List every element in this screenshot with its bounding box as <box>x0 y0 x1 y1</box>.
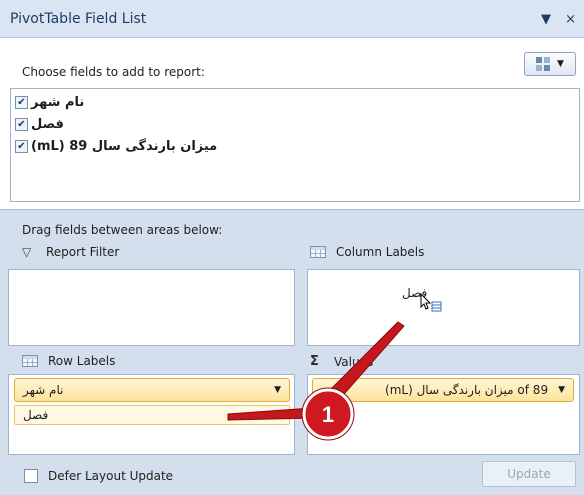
report-filter-header: ▽ Report Filter <box>22 245 119 259</box>
close-button[interactable]: × <box>565 12 576 27</box>
title-bar: PivotTable Field List ▼ × <box>0 0 584 38</box>
value-field-label: of 89 میزان بارندگی سال (mL) <box>385 383 549 397</box>
layout-icon <box>536 57 551 71</box>
report-filter-area[interactable] <box>8 269 295 346</box>
layout-options-button[interactable]: ▼ <box>524 52 576 76</box>
column-labels-icon <box>310 246 326 258</box>
field-label: میزان بارندگی سال 89 (mL) <box>31 138 218 154</box>
field-checkbox[interactable]: ✔ <box>15 117 28 131</box>
field-item[interactable]: ✔ نام شهر <box>15 93 84 111</box>
values-label: Values <box>334 354 374 369</box>
row-labels-header: Row Labels <box>22 354 115 368</box>
field-section: Choose fields to add to report: ▼ ✔ نام … <box>0 38 584 210</box>
areas-section: Drag fields between areas below: ▽ Repor… <box>0 211 584 495</box>
panel-title: PivotTable Field List <box>10 11 147 27</box>
field-checkbox[interactable]: ✔ <box>15 95 28 109</box>
values-header: Σ Values <box>310 354 373 369</box>
column-labels-label: Column Labels <box>336 245 425 259</box>
update-button-label: Update <box>507 467 551 481</box>
field-list: ✔ نام شهر ✔ فصل ✔ میزان بارندگی سال 89 (… <box>10 88 580 202</box>
defer-layout-checkbox[interactable] <box>24 469 38 483</box>
filter-icon: ▽ <box>22 245 32 259</box>
pivot-field-list-panel: PivotTable Field List ▼ × Choose fields … <box>0 0 584 495</box>
field-item[interactable]: ✔ میزان بارندگی سال 89 (mL) <box>15 137 217 155</box>
field-item[interactable]: ✔ فصل <box>15 115 64 133</box>
update-button[interactable]: Update <box>482 461 576 487</box>
row-field-label: فصل <box>23 408 49 422</box>
defer-layout-label: Defer Layout Update <box>48 469 174 483</box>
column-labels-area[interactable] <box>307 269 580 346</box>
field-checkbox[interactable]: ✔ <box>15 139 28 153</box>
row-field-label: نام شهر <box>23 383 64 397</box>
row-labels-icon <box>22 355 38 367</box>
drag-cursor-icon <box>420 293 442 312</box>
row-field-dropdown[interactable]: نام شهر ▼ <box>14 378 290 402</box>
field-label: فصل <box>31 116 64 132</box>
chevron-down-icon[interactable]: ▼ <box>274 385 281 395</box>
choose-fields-label: Choose fields to add to report: <box>22 65 205 79</box>
column-labels-header: Column Labels <box>310 245 424 259</box>
chevron-down-icon[interactable]: ▼ <box>558 385 565 395</box>
field-label: نام شهر <box>31 94 85 110</box>
panel-menu-button[interactable]: ▼ <box>541 12 551 27</box>
drag-fields-label: Drag fields between areas below: <box>22 223 223 237</box>
title-controls: ▼ × <box>531 12 576 27</box>
row-labels-label: Row Labels <box>48 354 116 368</box>
sigma-icon: Σ <box>310 354 319 369</box>
value-field-dropdown[interactable]: of 89 میزان بارندگی سال (mL) ▼ <box>312 378 574 402</box>
row-field-item[interactable]: فصل <box>14 405 290 425</box>
chevron-down-icon: ▼ <box>557 59 564 69</box>
report-filter-label: Report Filter <box>46 245 120 259</box>
